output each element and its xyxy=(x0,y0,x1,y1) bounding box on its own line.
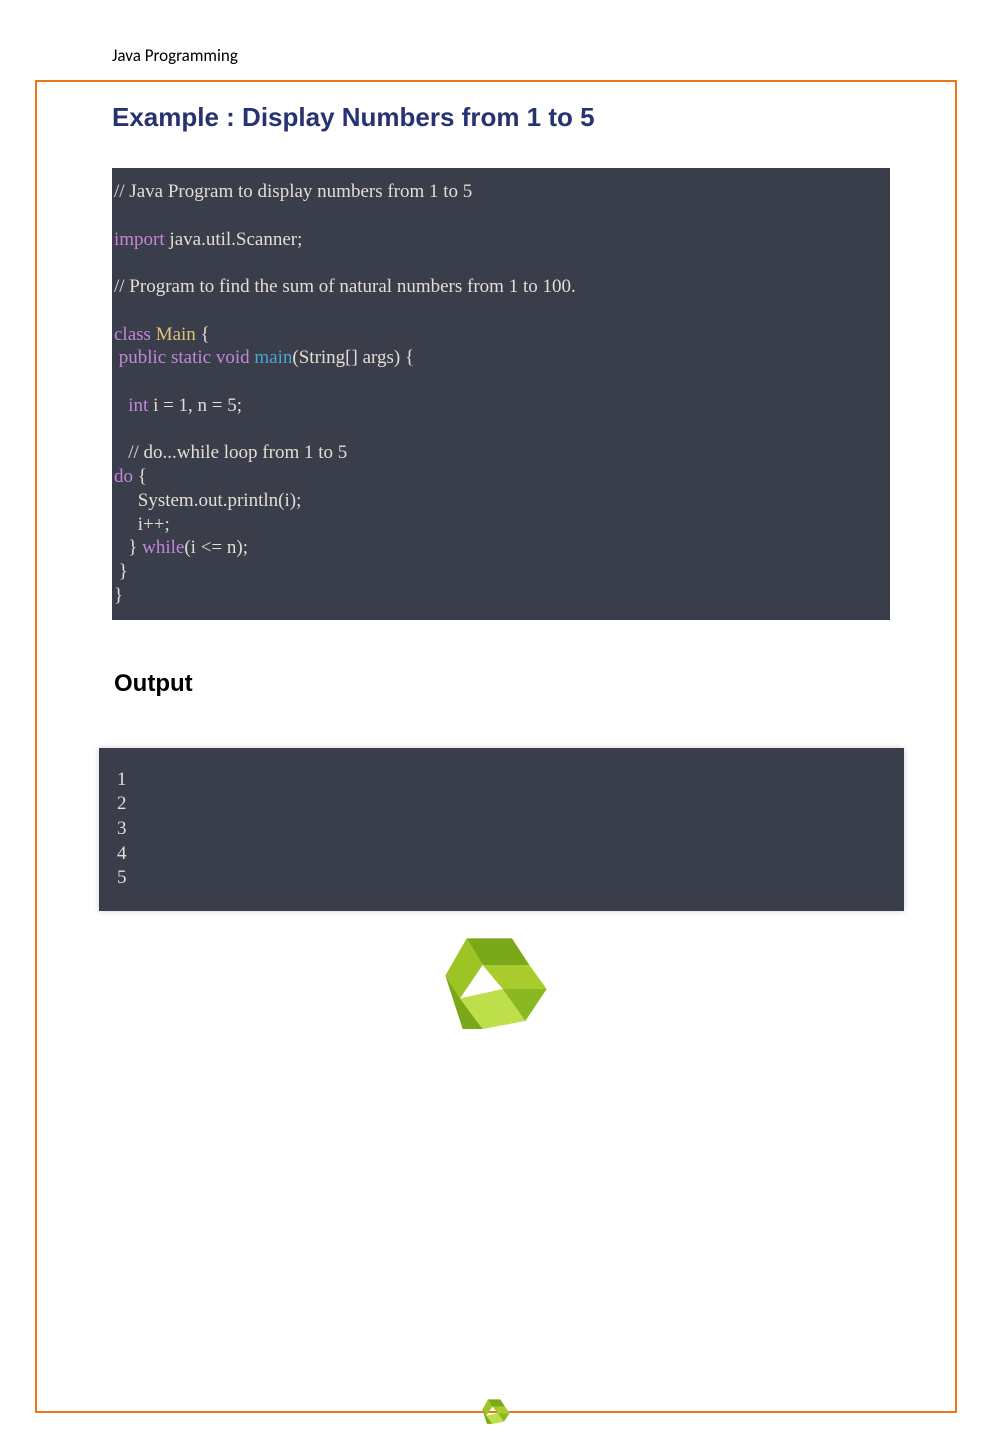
page-header: Java Programming xyxy=(112,45,992,66)
brand-logo-icon xyxy=(427,925,565,1045)
brand-logo-small-icon xyxy=(478,1394,514,1430)
page-frame xyxy=(35,80,957,1413)
